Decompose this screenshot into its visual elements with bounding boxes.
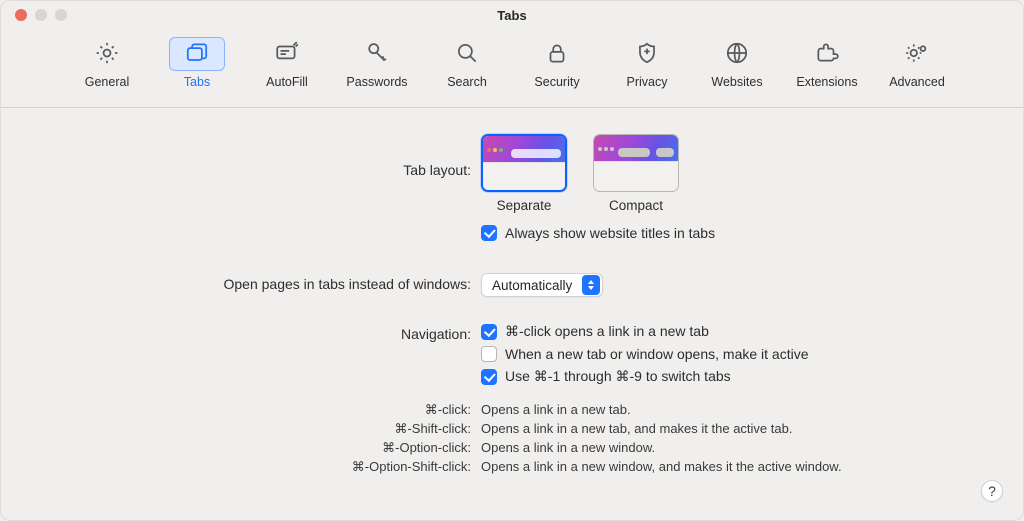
hint-desc: Opens a link in a new tab, and makes it …	[481, 420, 983, 439]
tab-layout-compact-label: Compact	[609, 198, 663, 213]
toolbar-item-search[interactable]: Search	[429, 33, 505, 95]
tab-layout-separate-label: Separate	[497, 198, 552, 213]
toolbar-item-autofill[interactable]: AutoFill	[249, 33, 325, 95]
toolbar-label: Passwords	[346, 75, 407, 89]
row-open-pages: Open pages in tabs instead of windows: A…	[41, 273, 983, 297]
toolbar-item-extensions[interactable]: Extensions	[789, 33, 865, 95]
label-tab-layout: Tab layout:	[41, 134, 481, 178]
toolbar-item-general[interactable]: General	[69, 33, 145, 95]
key-icon	[364, 40, 390, 69]
toolbar-label: Extensions	[796, 75, 857, 89]
hint-desc: Opens a link in a new window.	[481, 439, 983, 458]
help-icon: ?	[988, 483, 996, 499]
toolbar-label: Privacy	[627, 75, 668, 89]
checkbox-label: ⌘-click opens a link in a new tab	[505, 323, 709, 340]
autofill-icon	[274, 40, 300, 69]
hint-key: ⌘-click:	[41, 401, 481, 420]
minimize-window-button[interactable]	[35, 9, 47, 21]
checkbox-label: When a new tab or window opens, make it …	[505, 346, 809, 362]
preferences-toolbar: General Tabs AutoFill Passwords Search S…	[1, 29, 1023, 108]
select-value: Automatically	[492, 278, 582, 293]
toolbar-item-privacy[interactable]: Privacy	[609, 33, 685, 95]
tabs-icon	[184, 40, 210, 69]
open-pages-select[interactable]: Automatically	[481, 273, 603, 297]
select-stepper-icon	[582, 275, 600, 295]
shortcut-hints: ⌘-click:Opens a link in a new tab. ⌘-Shi…	[41, 401, 983, 476]
toolbar-label: Tabs	[184, 75, 210, 89]
row-navigation: Navigation: ⌘-click opens a link in a ne…	[41, 323, 983, 391]
gears-icon	[904, 40, 930, 69]
titlebar: Tabs	[1, 1, 1023, 29]
lock-icon	[544, 40, 570, 69]
toolbar-label: Websites	[711, 75, 762, 89]
toolbar-item-websites[interactable]: Websites	[699, 33, 775, 95]
checkbox-icon	[481, 225, 497, 241]
toolbar-label: General	[85, 75, 129, 89]
extensions-icon	[814, 40, 840, 69]
checkbox-icon	[481, 369, 497, 385]
checkbox-label: Always show website titles in tabs	[505, 225, 715, 241]
checkbox-use-cmd-numbers[interactable]: Use ⌘-1 through ⌘-9 to switch tabs	[481, 368, 983, 385]
row-tab-layout: Tab layout: Separate Compact	[41, 134, 983, 247]
label-navigation: Navigation:	[41, 323, 481, 342]
window-title: Tabs	[497, 8, 526, 23]
toolbar-item-tabs[interactable]: Tabs	[159, 33, 235, 95]
window-controls	[15, 9, 67, 21]
checkbox-label: Use ⌘-1 through ⌘-9 to switch tabs	[505, 368, 731, 385]
hint-key: ⌘-Option-Shift-click:	[41, 458, 481, 477]
hint-desc: Opens a link in a new window, and makes …	[481, 458, 983, 477]
checkbox-icon	[481, 324, 497, 340]
search-icon	[454, 40, 480, 69]
zoom-window-button[interactable]	[55, 9, 67, 21]
label-open-pages: Open pages in tabs instead of windows:	[41, 273, 481, 292]
help-button[interactable]: ?	[981, 480, 1003, 502]
toolbar-label: Security	[534, 75, 579, 89]
toolbar-label: Advanced	[889, 75, 945, 89]
globe-icon	[724, 40, 750, 69]
toolbar-label: AutoFill	[266, 75, 308, 89]
toolbar-item-passwords[interactable]: Passwords	[339, 33, 415, 95]
toolbar-item-security[interactable]: Security	[519, 33, 595, 95]
toolbar-label: Search	[447, 75, 487, 89]
tab-layout-separate[interactable]	[481, 134, 567, 192]
close-window-button[interactable]	[15, 9, 27, 21]
checkbox-always-show-titles[interactable]: Always show website titles in tabs	[481, 225, 983, 241]
toolbar-item-advanced[interactable]: Advanced	[879, 33, 955, 95]
privacy-icon	[634, 40, 660, 69]
checkbox-cmd-click[interactable]: ⌘-click opens a link in a new tab	[481, 323, 983, 340]
hint-key: ⌘-Option-click:	[41, 439, 481, 458]
tab-layout-compact[interactable]	[593, 134, 679, 192]
checkbox-make-active[interactable]: When a new tab or window opens, make it …	[481, 346, 983, 362]
hint-key: ⌘-Shift-click:	[41, 420, 481, 439]
checkbox-icon	[481, 346, 497, 362]
hint-desc: Opens a link in a new tab.	[481, 401, 983, 420]
gear-icon	[94, 40, 120, 69]
content-area: Tab layout: Separate Compact	[1, 108, 1023, 476]
